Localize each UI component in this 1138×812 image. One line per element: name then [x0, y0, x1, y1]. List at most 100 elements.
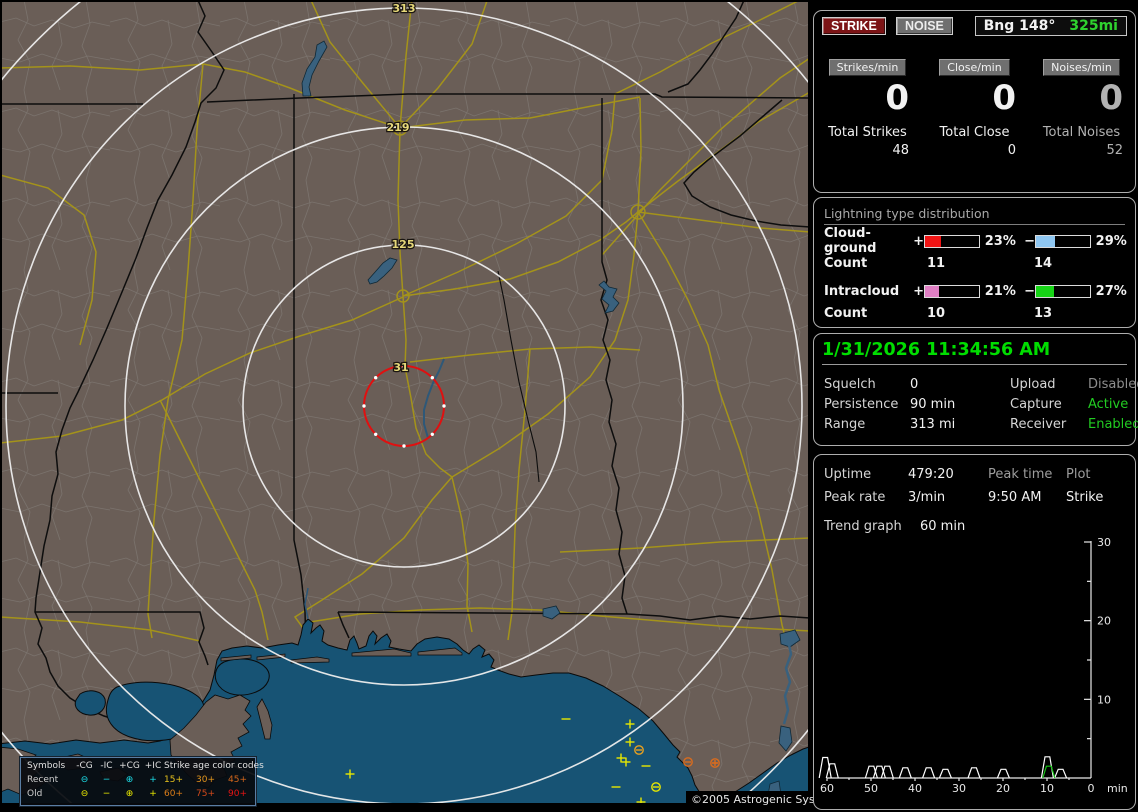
total-strikes-label: Total Strikes: [828, 125, 907, 140]
capture-status: Active: [1088, 397, 1129, 412]
pos-ic-recent-icon: +: [149, 775, 157, 785]
svg-text:min: min: [1107, 782, 1128, 795]
cg-count-row: Count 11 14: [824, 256, 1135, 271]
stats-trend-box: Uptime 479:20 Peak time Plot Peak rate 3…: [813, 454, 1136, 810]
trend-window-value: 60 min: [920, 519, 966, 534]
ic-negative-pct: 27%: [1095, 283, 1127, 299]
ic-negative-bar: [1034, 284, 1091, 298]
uptime-value: 479:20: [908, 467, 954, 482]
upload-label: Upload: [1010, 377, 1056, 392]
ic-count-label: Count: [824, 306, 868, 321]
distribution-title: Lightning type distribution: [824, 206, 1125, 225]
noise-mode-button[interactable]: NOISE: [895, 17, 953, 35]
strikes-per-min-value: 0: [885, 78, 909, 118]
minus-sign: −: [1024, 233, 1035, 249]
age-code-75: 75+: [196, 789, 215, 799]
close-per-min-chip[interactable]: Close/min: [939, 59, 1010, 76]
squelch-label: Squelch: [824, 377, 876, 392]
cloud-ground-row: Cloud-ground + 23% − 29%: [824, 226, 1135, 256]
ring-label-219: 219: [387, 121, 410, 134]
svg-text:20: 20: [996, 782, 1010, 795]
pos-cg-recent-icon: ⊕: [125, 775, 134, 785]
plus-sign: +: [913, 283, 925, 299]
neg-ic-recent-icon: −: [102, 775, 111, 785]
persistence-value: 90 min: [910, 397, 956, 412]
age-code-15: 15+: [164, 775, 183, 785]
age-code-30: 30+: [196, 775, 215, 785]
ring-label-313: 313: [393, 2, 416, 15]
cg-negative-pct: 29%: [1095, 233, 1127, 249]
cg-negative-count: 14: [1034, 256, 1053, 271]
total-noises-label: Total Noises: [1042, 125, 1121, 140]
peak-time-label: Peak time: [988, 467, 1053, 482]
total-strikes-value: 48: [892, 143, 909, 158]
ic-positive-pct: 21%: [984, 283, 1016, 299]
plot-value: Strike: [1066, 490, 1104, 505]
strike-mode-button[interactable]: STRIKE: [822, 17, 886, 35]
ring-label-31: 31: [393, 361, 408, 374]
distribution-box: Lightning type distribution Cloud-ground…: [813, 197, 1136, 328]
noises-per-min-chip[interactable]: Noises/min: [1043, 59, 1120, 76]
svg-text:0: 0: [1088, 782, 1095, 795]
cg-positive-bar: [924, 234, 980, 248]
svg-text:60: 60: [820, 782, 834, 795]
peak-rate-value: 3/min: [908, 490, 946, 505]
neg-ic-old-icon: −: [102, 789, 111, 799]
svg-text:20: 20: [1097, 615, 1111, 628]
receiver-status: Enabled: [1088, 417, 1138, 432]
ring-label-125: 125: [392, 238, 415, 251]
ic-positive-bar: [924, 284, 980, 298]
range-label: Range: [824, 417, 866, 432]
datetime-display: 1/31/2026 11:34:56 AM: [822, 340, 1127, 365]
legend-header-neg-ic: -IC: [100, 761, 113, 771]
minus-sign: −: [1024, 283, 1035, 299]
svg-text:50: 50: [864, 782, 878, 795]
legend-age-title: Strike age color codes: [164, 761, 264, 771]
legend-header-symbols: Symbols: [27, 761, 66, 771]
status-box: 1/31/2026 11:34:56 AM Squelch 0 Upload D…: [813, 333, 1138, 446]
squelch-value: 0: [910, 377, 919, 392]
svg-text:10: 10: [1097, 693, 1111, 706]
intracloud-label: Intracloud: [824, 283, 900, 299]
svg-text:30: 30: [952, 782, 966, 795]
noises-counter-column: Noises/min 0 Total Noises 52: [1028, 59, 1135, 158]
pos-ic-old-icon: +: [149, 789, 157, 799]
legend-header-pos-cg: +CG: [119, 761, 140, 771]
telemetry-panel: STRIKE NOISE Bng 148° 325mi Strikes/min 0…: [812, 0, 1138, 812]
strikes-per-min-chip[interactable]: Strikes/min: [828, 59, 907, 76]
age-code-45: 45+: [228, 775, 247, 785]
legend-header-pos-ic: +IC: [144, 761, 162, 771]
ic-positive-count: 10: [927, 306, 946, 321]
intracloud-row: Intracloud + 21% − 27%: [824, 282, 1135, 300]
close-counter-column: Close/min 0 Total Close 0: [921, 59, 1028, 158]
capture-label: Capture: [1010, 397, 1062, 412]
legend-row-old-label: Old: [27, 789, 43, 799]
total-close-label: Total Close: [939, 125, 1010, 140]
upload-status: Disabled: [1088, 377, 1138, 392]
trend-graph-label: Trend graph: [824, 519, 902, 534]
cloud-ground-label: Cloud-ground: [824, 226, 877, 256]
legend-row-recent-label: Recent: [27, 775, 59, 785]
pos-cg-old-icon: ⊕: [125, 789, 134, 799]
peak-rate-label: Peak rate: [824, 490, 886, 505]
receiver-label: Receiver: [1010, 417, 1067, 432]
bearing-range: 325mi: [1069, 18, 1118, 34]
plus-sign: +: [913, 233, 925, 249]
app-window: 313 219 125 31 ©2005 Astrogenic Systems …: [0, 0, 1138, 812]
total-noises-value: 52: [1106, 143, 1123, 158]
counters-box: STRIKE NOISE Bng 148° 325mi Strikes/min 0…: [813, 10, 1136, 193]
plot-label: Plot: [1066, 467, 1091, 482]
total-close-value: 0: [1007, 143, 1016, 158]
ic-count-row: Count 10 13: [824, 306, 1135, 321]
range-value: 313 mi: [910, 417, 956, 432]
peak-time-value: 9:50 AM: [988, 490, 1042, 505]
map-canvas[interactable]: 313 219 125 31: [0, 0, 810, 812]
age-code-90: 90+: [228, 789, 247, 799]
map-area[interactable]: 313 219 125 31 ©2005 Astrogenic Systems …: [0, 0, 848, 812]
cg-count-label: Count: [824, 256, 868, 271]
bearing-readout: Bng 148° 325mi: [974, 16, 1127, 36]
cg-positive-pct: 23%: [984, 233, 1016, 249]
legend-header-neg-cg: -CG: [76, 761, 93, 771]
svg-text:30: 30: [1097, 536, 1111, 549]
bearing-value: Bng 148°: [983, 18, 1056, 34]
